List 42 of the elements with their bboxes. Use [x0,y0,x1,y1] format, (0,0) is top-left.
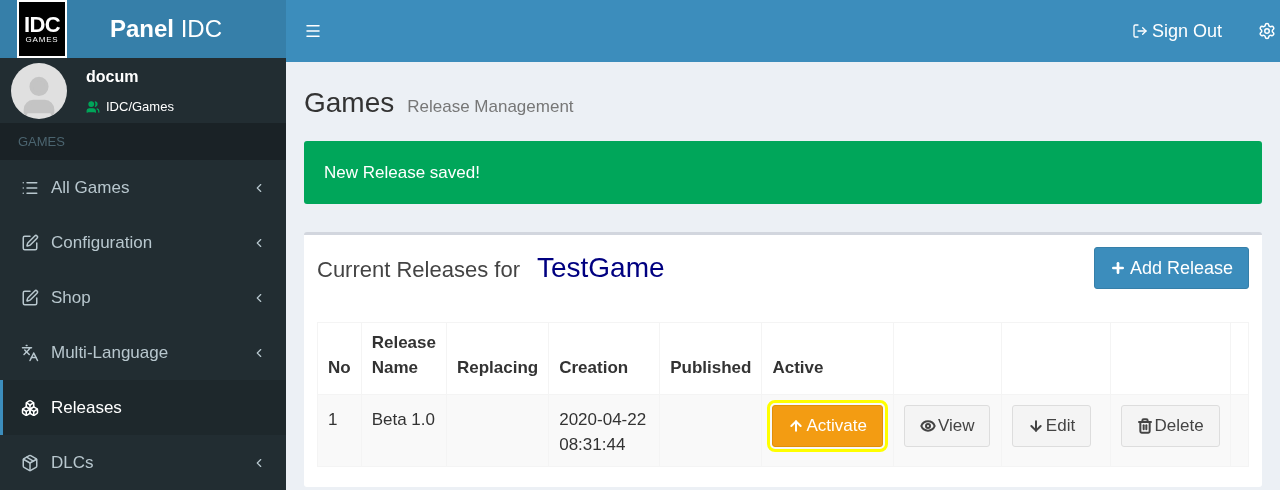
column-header: Active [772,358,824,377]
game-name: TestGame [537,251,665,285]
eye-icon [919,418,936,434]
sign-out-icon [1131,23,1148,39]
success-alert: New Release saved! [304,141,1262,204]
sidebar-item[interactable]: Configuration [0,215,286,270]
edit-icon [21,288,39,307]
sidebar-item[interactable]: Multi-Language [0,325,286,380]
sidebar-item[interactable]: Shop [0,270,286,325]
table-cell: 1 [328,410,338,429]
menu-icon[interactable] [304,22,322,40]
user-name: docum [86,66,140,87]
section-label: GAMES [18,132,65,151]
app-title: Panel IDC [110,14,223,44]
column-header: Creation [559,358,629,377]
plus-icon [1109,260,1126,276]
add-release-button[interactable]: Add Release [1093,247,1249,289]
logo: IDC GAMES [17,0,67,58]
card-heading: Current Releases for [317,256,520,284]
column-header: Release Name [371,333,436,377]
sign-out-button[interactable]: Sign Out [1131,17,1222,45]
sidebar-item[interactable]: All Games [0,160,286,215]
page-title: Games [304,86,395,120]
delete-button[interactable]: Delete [1120,405,1220,447]
column-header: Published [670,358,752,377]
column-header: No [328,358,351,377]
table-cell: Beta 1.0 [371,410,435,429]
table-cell-text: 2020-04-22 08:31:44 [559,409,648,456]
user-group: IDC/Games [106,96,174,117]
sidebar-item[interactable]: Releases [0,380,286,435]
sidebar-item[interactable]: DLCs [0,435,286,490]
cube-icon [21,453,39,472]
settings-icon[interactable] [1258,22,1276,40]
column-header: Replacing [456,358,539,377]
page-subtitle: Release Management [407,96,574,118]
view-button[interactable]: View [903,405,991,447]
cubes-icon [21,398,39,417]
edit-button[interactable]: Edit [1011,405,1092,447]
group-icon [86,99,100,114]
edit-icon [21,233,39,252]
trash-icon [1136,418,1153,434]
language-icon [21,343,39,362]
